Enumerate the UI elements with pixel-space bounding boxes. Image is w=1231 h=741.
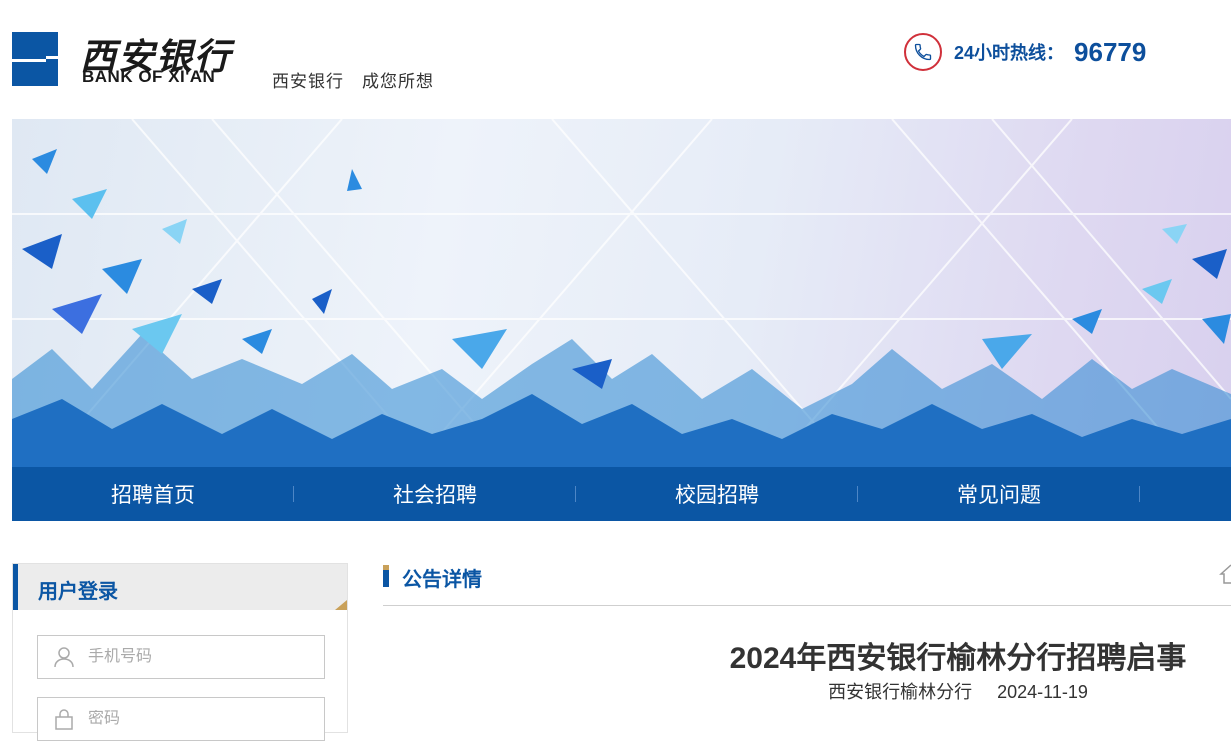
main-nav: 招聘首页 社会招聘 校园招聘 常见问题	[12, 467, 1231, 521]
nav-campus-recruit[interactable]: 校园招聘	[576, 467, 858, 521]
section-title: 公告详情	[402, 569, 482, 591]
phone-icon	[904, 33, 942, 71]
phone-input[interactable]	[88, 648, 308, 666]
user-icon	[54, 647, 74, 668]
hotline: 24小时热线： 96779	[904, 32, 1146, 72]
nav-faq[interactable]: 常见问题	[858, 467, 1140, 521]
notice-publisher: 西安银行榆林分行	[828, 682, 973, 702]
phone-field[interactable]	[37, 635, 325, 679]
notice-title: 2024年西安银行榆林分行招聘启事	[729, 642, 1187, 675]
section-marker	[383, 565, 389, 587]
home-icon[interactable]	[1219, 563, 1231, 585]
hero-banner	[12, 119, 1231, 467]
bank-logo-icon[interactable]	[12, 32, 58, 86]
notice-section-header: 公告详情	[383, 563, 1231, 606]
password-field[interactable]	[37, 697, 325, 741]
password-input[interactable]	[88, 710, 308, 728]
notice-meta: 西安银行榆林分行 2024-11-19	[383, 678, 1231, 704]
notice-date: 2024-11-19	[997, 682, 1088, 702]
hotline-number: 96779	[1074, 36, 1147, 67]
nav-recruit-home[interactable]: 招聘首页	[12, 467, 294, 521]
bank-name-en: BANK OF XI'AN	[82, 67, 216, 86]
site-header: 西安银行 BANK OF XI'AN 西安银行 成您所想 24小时热线： 967…	[0, 0, 1231, 118]
login-header: 用户登录	[13, 564, 347, 610]
login-panel: 用户登录	[12, 563, 348, 741]
bank-slogan: 西安银行 成您所想	[272, 72, 434, 91]
nav-social-recruit[interactable]: 社会招聘	[294, 467, 576, 521]
login-title: 用户登录	[38, 581, 118, 603]
hotline-label: 24小时热线：	[954, 43, 1065, 63]
lock-icon	[55, 709, 73, 730]
corner-accent	[335, 600, 347, 610]
banner-graphic	[12, 119, 1231, 467]
